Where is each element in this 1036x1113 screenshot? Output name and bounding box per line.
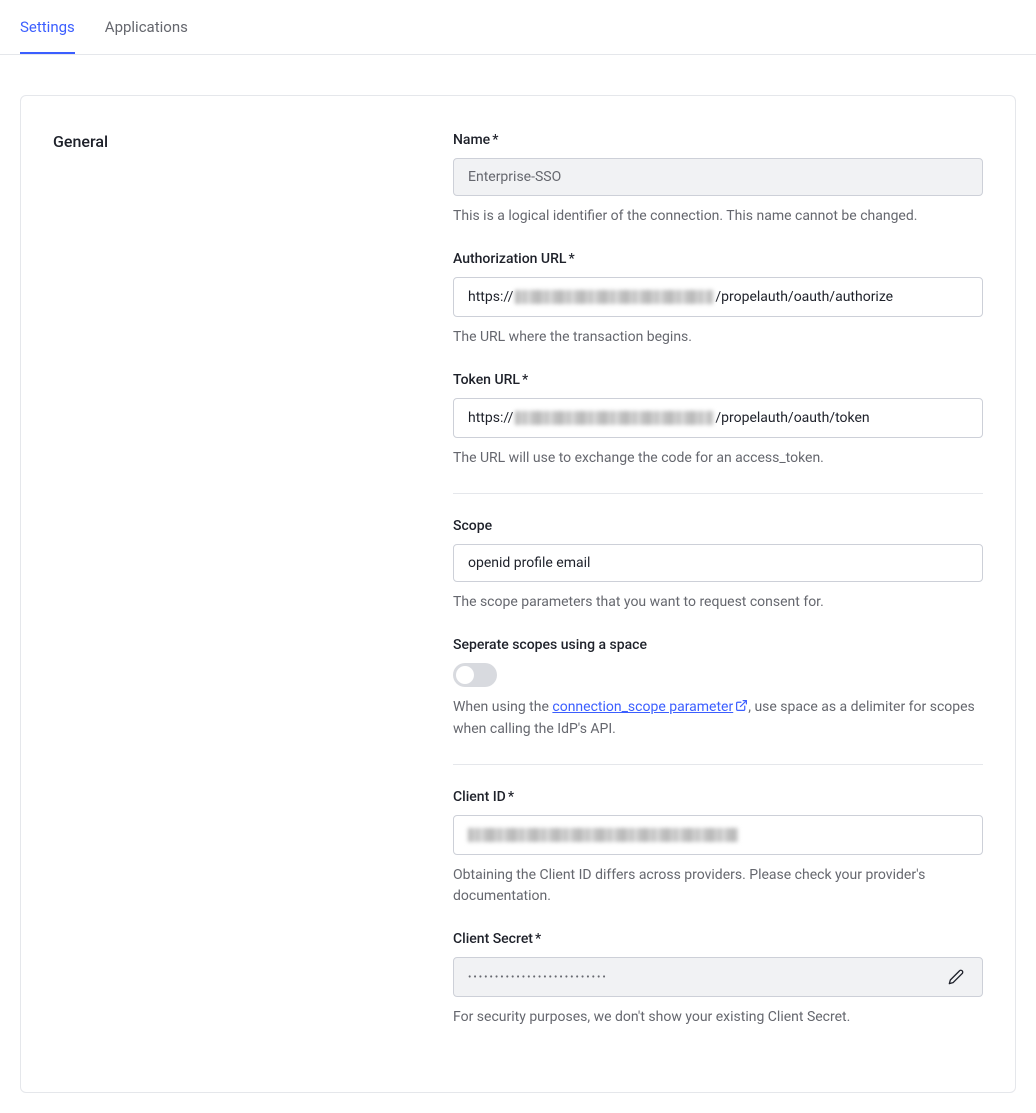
input-scope[interactable] — [453, 544, 983, 582]
toggle-separate-scopes[interactable] — [453, 663, 497, 687]
input-token-url[interactable]: https:// /propelauth/oauth/token — [453, 398, 983, 438]
label-token-url: Token URL* — [453, 372, 983, 388]
tab-applications[interactable]: Applications — [105, 0, 188, 54]
settings-card: General Name* This is a logical identifi… — [20, 95, 1016, 1093]
pencil-icon — [948, 969, 964, 985]
tabs-bar: Settings Applications — [0, 0, 1036, 55]
input-name — [453, 158, 983, 196]
input-auth-url[interactable]: https:// /propelauth/oauth/authorize — [453, 277, 983, 317]
help-auth-url: The URL where the transaction begins. — [453, 327, 983, 348]
tab-settings[interactable]: Settings — [20, 0, 75, 54]
section-title: General — [53, 132, 413, 1052]
help-client-id: Obtaining the Client ID differs across p… — [453, 865, 983, 907]
input-client-id[interactable] — [453, 815, 983, 855]
divider — [453, 493, 983, 494]
external-link-icon — [735, 698, 748, 719]
label-client-secret: Client Secret* — [453, 931, 983, 947]
secret-dots: •••••••••••••••••••••••••• — [468, 972, 608, 983]
help-separate-scopes: When using the connection_scope paramete… — [453, 697, 983, 740]
field-token-url: Token URL* https:// /propelauth/oauth/to… — [453, 372, 983, 469]
field-separate-scopes: Seperate scopes using a space When using… — [453, 637, 983, 740]
redacted-client-id — [468, 828, 738, 842]
field-scope: Scope The scope parameters that you want… — [453, 518, 983, 613]
field-auth-url: Authorization URL* https:// /propelauth/… — [453, 251, 983, 348]
label-auth-url: Authorization URL* — [453, 251, 983, 267]
redacted-host — [515, 290, 713, 304]
label-client-id: Client ID* — [453, 789, 983, 805]
help-name: This is a logical identifier of the conn… — [453, 206, 983, 227]
input-client-secret: •••••••••••••••••••••••••• — [453, 957, 983, 997]
field-client-secret: Client Secret* •••••••••••••••••••••••••… — [453, 931, 983, 1028]
label-separate-scopes: Seperate scopes using a space — [453, 637, 983, 653]
toggle-knob — [456, 666, 474, 684]
redacted-host — [515, 411, 713, 425]
label-name: Name* — [453, 132, 983, 148]
help-token-url: The URL will use to exchange the code fo… — [453, 448, 983, 469]
link-connection-scope[interactable]: connection_scope parameter — [552, 699, 748, 715]
help-client-secret: For security purposes, we don't show you… — [453, 1007, 983, 1028]
field-client-id: Client ID* Obtaining the Client ID diffe… — [453, 789, 983, 907]
edit-secret-button[interactable] — [944, 965, 968, 989]
help-scope: The scope parameters that you want to re… — [453, 592, 983, 613]
label-scope: Scope — [453, 518, 983, 534]
field-name: Name* This is a logical identifier of th… — [453, 132, 983, 227]
divider — [453, 764, 983, 765]
